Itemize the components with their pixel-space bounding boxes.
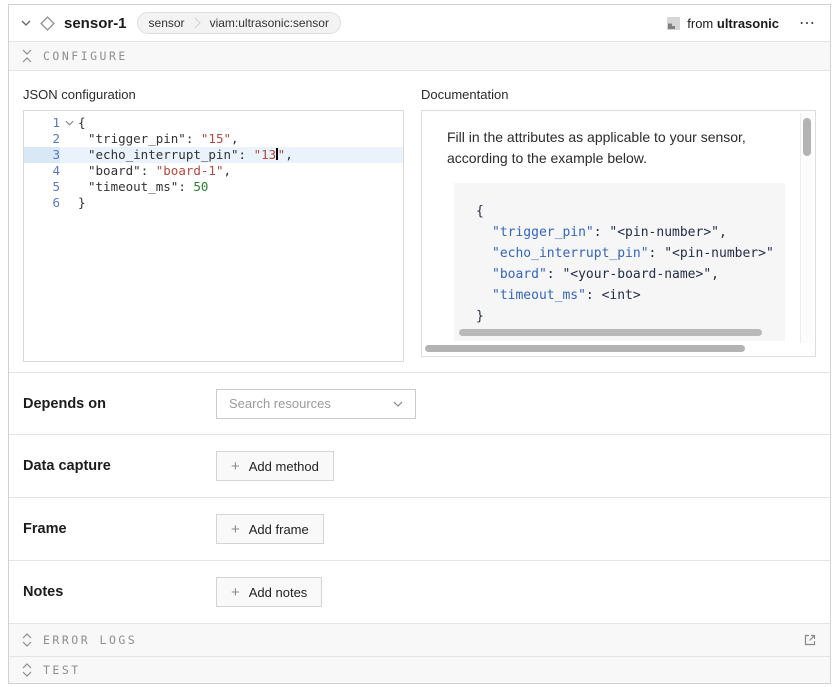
collapse-section-icon (22, 49, 32, 63)
component-header: sensor-1 sensor viam:ultrasonic:sensor f… (9, 5, 830, 41)
expand-section-icon (22, 633, 32, 647)
open-logs-external-icon[interactable] (803, 633, 817, 647)
documentation-vscrollbar[interactable] (800, 113, 813, 343)
error-logs-label: ERROR LOGS (43, 633, 137, 647)
line-number: 3 (24, 147, 60, 163)
data-capture-label: Data capture (23, 458, 216, 474)
line-number: 1 (24, 115, 60, 131)
badge-type-label: sensor (149, 16, 185, 30)
documentation-intro: Fill in the attributes as applicable to … (447, 127, 785, 169)
from-module-link[interactable]: from ultrasonic (667, 16, 779, 31)
code-block-hscrollbar[interactable] (459, 329, 762, 336)
depends-on-select[interactable]: Search resources (216, 389, 416, 419)
from-module-name: ultrasonic (717, 16, 779, 31)
doc-code-line: "trigger_pin": "<pin-number>", (476, 222, 785, 243)
component-type-badge: sensor viam:ultrasonic:sensor (137, 12, 341, 34)
editor-line-6[interactable]: 6} (24, 195, 403, 211)
plus-icon: + (231, 459, 240, 474)
configure-section-toggle[interactable]: CONFIGURE (9, 41, 830, 71)
frame-label: Frame (23, 521, 216, 537)
documentation-label: Documentation (421, 87, 816, 102)
module-icon (667, 17, 680, 30)
test-label: TEST (43, 663, 81, 677)
notes-row: Notes + Add notes (9, 560, 830, 623)
component-diamond-icon (40, 16, 55, 31)
plus-icon: + (231, 522, 240, 537)
json-config-label: JSON configuration (23, 87, 404, 102)
data-capture-row: Data capture + Add method (9, 434, 830, 497)
line-number: 6 (24, 195, 60, 211)
error-logs-section-toggle[interactable]: ERROR LOGS (9, 623, 830, 656)
depends-on-placeholder: Search resources (229, 396, 393, 411)
chevron-down-icon (393, 401, 403, 407)
add-frame-button[interactable]: + Add frame (216, 514, 324, 544)
add-notes-button[interactable]: + Add notes (216, 577, 322, 607)
card-collapse-chevron-icon[interactable] (21, 20, 31, 26)
fold-chevron-icon[interactable] (60, 115, 78, 131)
frame-row: Frame + Add frame (9, 497, 830, 560)
editor-line-4[interactable]: 4"board": "board-1", (24, 163, 403, 179)
add-method-button[interactable]: + Add method (216, 451, 334, 481)
documentation-hscrollbar[interactable] (425, 345, 815, 353)
badge-divider-icon (194, 16, 201, 30)
editor-line-1[interactable]: 1{ (24, 115, 403, 131)
editor-line-5[interactable]: 5"timeout_ms": 50 (24, 179, 403, 195)
depends-on-row: Depends on Search resources (9, 372, 830, 434)
configure-section-body: JSON configuration 1{2"trigger_pin": "15… (9, 71, 830, 372)
doc-code-line: "echo_interrupt_pin": "<pin-number>" (476, 243, 785, 264)
notes-label: Notes (23, 584, 216, 600)
doc-code-line: } (476, 306, 785, 327)
doc-code-line: "board": "<your-board-name>", (476, 264, 785, 285)
more-menu-button[interactable]: ⋯ (797, 13, 818, 33)
badge-model-label: viam:ultrasonic:sensor (210, 16, 329, 30)
editor-line-2[interactable]: 2"trigger_pin": "15", (24, 131, 403, 147)
expand-section-icon (22, 663, 32, 677)
documentation-code-block: {"trigger_pin": "<pin-number>","echo_int… (454, 183, 785, 341)
component-card: sensor-1 sensor viam:ultrasonic:sensor f… (8, 4, 831, 684)
depends-on-label: Depends on (23, 396, 216, 412)
component-title: sensor-1 (64, 15, 127, 32)
plus-icon: + (231, 585, 240, 600)
test-section-toggle[interactable]: TEST (9, 656, 830, 683)
line-number: 4 (24, 163, 60, 179)
documentation-panel: Fill in the attributes as applicable to … (421, 110, 816, 357)
editor-line-3[interactable]: 3"echo_interrupt_pin": "13", (24, 147, 403, 163)
from-label: from (687, 16, 713, 31)
doc-code-line: "timeout_ms": <int> (476, 285, 785, 306)
json-config-editor[interactable]: 1{2"trigger_pin": "15",3"echo_interrupt_… (23, 110, 404, 362)
doc-code-line: { (476, 201, 785, 222)
line-number: 2 (24, 131, 60, 147)
configure-section-label: CONFIGURE (43, 49, 128, 63)
line-number: 5 (24, 179, 60, 195)
